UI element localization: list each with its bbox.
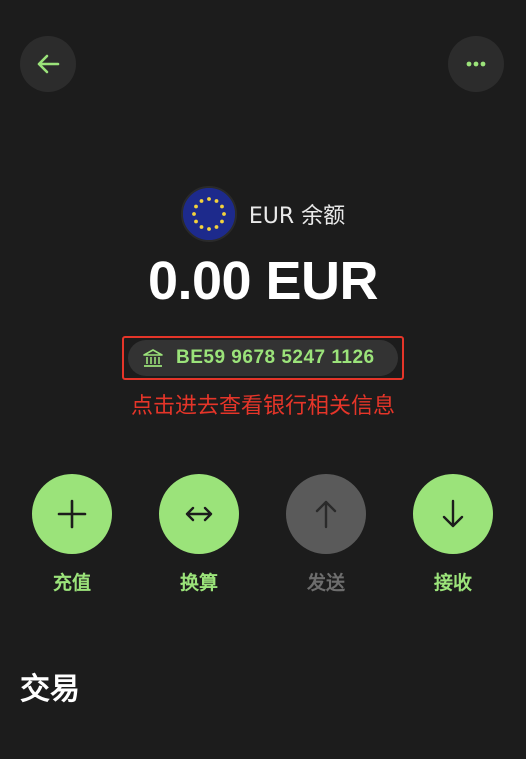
receive-label: 接收 bbox=[433, 572, 472, 594]
currency-header: EUR 余额 bbox=[0, 186, 526, 242]
eu-flag-icon bbox=[180, 186, 237, 242]
flag-star bbox=[206, 227, 211, 231]
top-up-label: 充值 bbox=[52, 572, 91, 594]
iban-button[interactable]: BE59 9678 5247 1126 bbox=[128, 340, 398, 376]
exchange-label: 换算 bbox=[179, 572, 218, 594]
currency-label: EUR 余额 bbox=[248, 204, 346, 229]
flag-star bbox=[199, 199, 204, 203]
more-options-button[interactable] bbox=[448, 36, 504, 92]
action-top-up[interactable]: 充值 bbox=[32, 474, 112, 595]
flag-star bbox=[214, 225, 219, 229]
arrow-left-icon bbox=[37, 54, 60, 74]
flag-star bbox=[191, 212, 196, 216]
send-button[interactable] bbox=[286, 474, 366, 554]
back-button[interactable] bbox=[20, 36, 76, 92]
plus-icon bbox=[57, 499, 87, 529]
flag-star bbox=[206, 197, 211, 201]
receive-button[interactable] bbox=[413, 474, 493, 554]
flag-star bbox=[193, 219, 198, 224]
transactions-title: 交易 bbox=[20, 672, 80, 707]
flag-star bbox=[219, 204, 224, 209]
flag-star bbox=[219, 219, 224, 224]
swap-horizontal-icon bbox=[185, 506, 213, 522]
bank-icon bbox=[143, 349, 163, 367]
send-label: 发送 bbox=[306, 572, 345, 594]
action-exchange[interactable]: 换算 bbox=[159, 474, 239, 595]
iban-number: BE59 9678 5247 1126 bbox=[176, 347, 375, 368]
arrow-up-icon bbox=[315, 500, 337, 529]
flag-star bbox=[221, 212, 226, 216]
action-send[interactable]: 发送 bbox=[286, 474, 366, 595]
flag-star bbox=[199, 225, 204, 229]
flag-star bbox=[214, 199, 219, 203]
action-receive[interactable]: 接收 bbox=[413, 474, 493, 595]
exchange-button[interactable] bbox=[159, 474, 239, 554]
top-up-button[interactable] bbox=[32, 474, 112, 554]
arrow-down-icon bbox=[442, 499, 464, 528]
flag-star bbox=[193, 204, 198, 209]
annotation-hint: 点击进去查看银行相关信息 bbox=[130, 394, 395, 419]
balance-amount: 0.00 EUR bbox=[147, 251, 379, 311]
more-horizontal-icon bbox=[466, 61, 486, 67]
